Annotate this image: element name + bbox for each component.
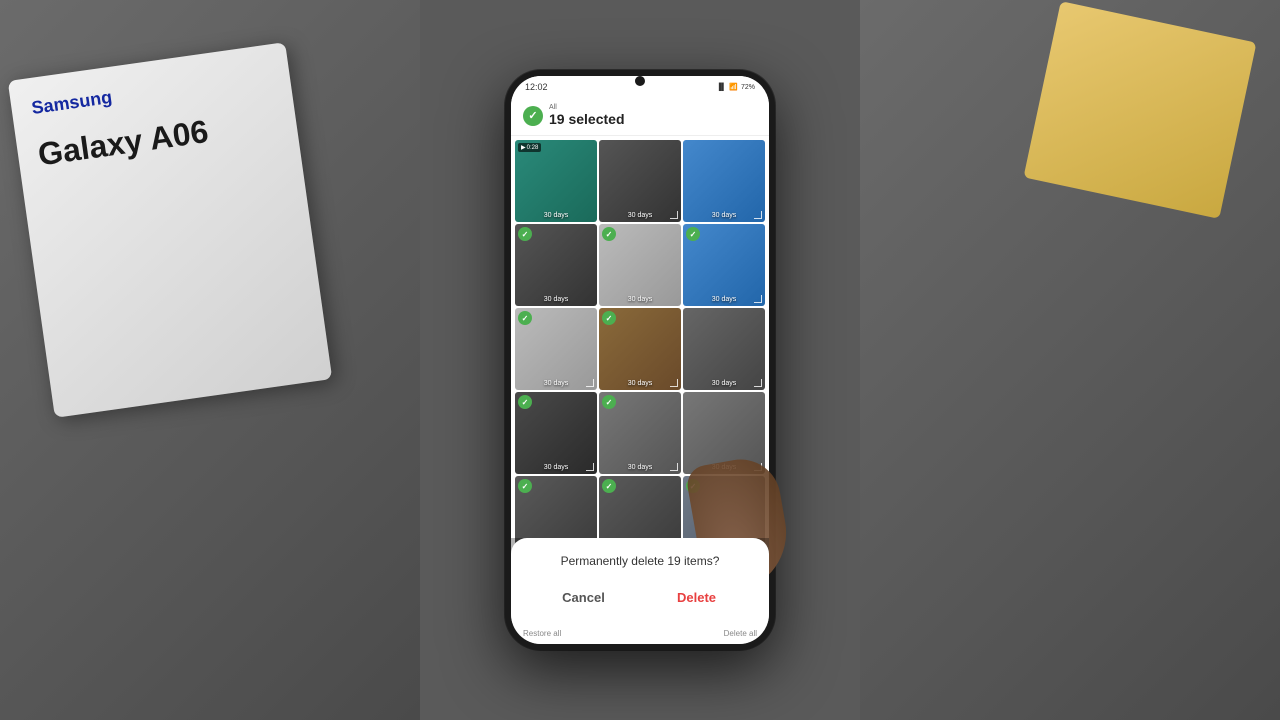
delete-all-label[interactable]: Delete all (724, 629, 757, 638)
check-8 (602, 311, 616, 325)
samsung-box: Galaxy A06 (8, 42, 333, 418)
status-time: 12:02 (525, 82, 548, 92)
selected-count: 19 selected (549, 111, 625, 127)
delete-dialog: Permanently delete 19 items? Cancel Dele… (511, 538, 769, 623)
all-label: All (549, 104, 625, 111)
battery-text: 72% (741, 84, 755, 91)
check-11 (602, 395, 616, 409)
check-4 (518, 227, 532, 241)
day-label-10: 30 days (515, 464, 597, 471)
photo-cell-4[interactable]: 30 days (515, 224, 597, 306)
day-label-6: 30 days (683, 296, 765, 303)
restore-all-label[interactable]: Restore all (523, 629, 561, 638)
check-10 (518, 395, 532, 409)
photo-cell-5[interactable]: 30 days (599, 224, 681, 306)
photo-cell-1[interactable]: ▶0:28 30 days (515, 140, 597, 222)
check-14 (602, 479, 616, 493)
check-6 (686, 227, 700, 241)
samsung-model-text: Galaxy A06 (36, 114, 211, 173)
day-label-9: 30 days (683, 380, 765, 387)
check-13 (518, 479, 532, 493)
wifi-icon: 📶 (729, 83, 738, 91)
dialog-message: Permanently delete 19 items? (527, 554, 753, 568)
bottom-bar: Restore all Delete all (511, 623, 769, 644)
photo-cell-8[interactable]: 30 days (599, 308, 681, 390)
day-label-4: 30 days (515, 296, 597, 303)
video-duration: 0:28 (527, 145, 539, 151)
check-5 (602, 227, 616, 241)
photo-cell-6[interactable]: 30 days (683, 224, 765, 306)
photo-cell-9[interactable]: 30 days (683, 308, 765, 390)
signal-icon: ▐▌ (716, 84, 726, 91)
selection-header: All 19 selected (511, 98, 769, 136)
photo-cell-3[interactable]: 30 days (683, 140, 765, 222)
check-7 (518, 311, 532, 325)
delete-button[interactable]: Delete (640, 580, 753, 615)
day-label-3: 30 days (683, 212, 765, 219)
day-label-11: 30 days (599, 464, 681, 471)
photo-cell-11[interactable]: 30 days (599, 392, 681, 474)
delete-dialog-overlay: Permanently delete 19 items? Cancel Dele… (511, 538, 769, 644)
day-label-5: 30 days (599, 296, 681, 303)
phone-device: 12:02 ▐▌ 📶 72% All 19 selected (505, 70, 775, 650)
day-label-2: 30 days (599, 212, 681, 219)
cancel-button[interactable]: Cancel (527, 580, 640, 615)
dialog-buttons: Cancel Delete (527, 580, 753, 615)
day-label-1: 30 days (515, 212, 597, 219)
video-badge-1: ▶0:28 (518, 143, 541, 152)
status-icons: ▐▌ 📶 72% (716, 83, 755, 91)
phone-wrapper: 12:02 ▐▌ 📶 72% All 19 selected (505, 70, 775, 650)
phone-screen: 12:02 ▐▌ 📶 72% All 19 selected (511, 76, 769, 644)
phone-notch (635, 76, 645, 86)
day-label-8: 30 days (599, 380, 681, 387)
photo-cell-7[interactable]: 30 days (515, 308, 597, 390)
select-all-check[interactable] (523, 106, 543, 126)
day-label-7: 30 days (515, 380, 597, 387)
photo-cell-10[interactable]: 30 days (515, 392, 597, 474)
photo-cell-2[interactable]: 30 days (599, 140, 681, 222)
